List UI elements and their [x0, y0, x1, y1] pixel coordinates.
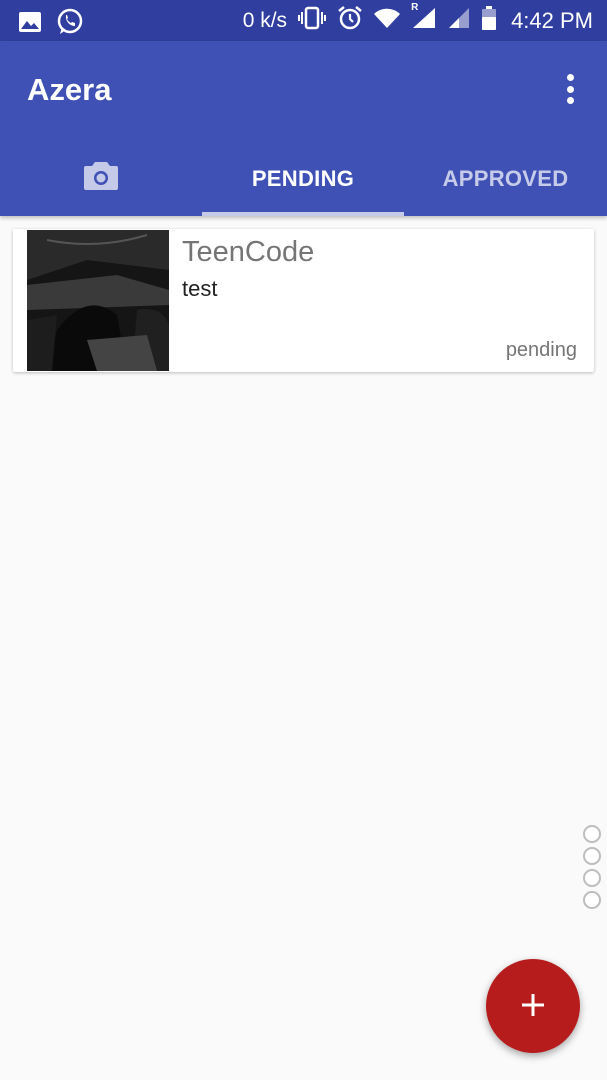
- tab-camera[interactable]: [0, 141, 202, 216]
- app-bar: Azera PENDING APPROVED: [0, 41, 607, 216]
- tab-approved[interactable]: APPROVED: [404, 141, 607, 216]
- tab-indicator: [202, 212, 404, 216]
- plus-icon: [520, 992, 546, 1021]
- wifi-icon: [373, 6, 401, 36]
- item-subtitle: test: [182, 276, 218, 301]
- net-speed: 0 k/s: [242, 8, 288, 32]
- more-vert-icon[interactable]: [556, 71, 584, 107]
- roaming-badge: R: [411, 1, 419, 13]
- signal-icon: R: [411, 2, 437, 36]
- app-title: Azera: [27, 72, 112, 107]
- side-dot[interactable]: [583, 869, 601, 887]
- camera-icon: [83, 160, 119, 198]
- whatsapp-icon: [56, 8, 84, 41]
- status-badge: pending: [505, 339, 577, 361]
- status-bar: 0 k/s R 4:42 PM: [0, 0, 607, 41]
- alarm-icon: [337, 5, 363, 37]
- side-dot[interactable]: [583, 825, 601, 843]
- clock: 4:42 PM: [511, 7, 593, 33]
- item-title: TeenCode: [182, 236, 315, 268]
- photo-thumbnail: [27, 230, 169, 371]
- side-dot[interactable]: [583, 891, 601, 909]
- signal-icon: [447, 6, 471, 36]
- list-item[interactable]: TeenCode test pending: [13, 229, 594, 372]
- side-dots: [583, 825, 603, 913]
- system-icons: 0 k/s R 4:42 PM: [243, 0, 593, 41]
- side-dot[interactable]: [583, 847, 601, 865]
- add-button[interactable]: [486, 959, 580, 1053]
- vibrate-icon: [297, 6, 327, 36]
- notification-icons: [18, 8, 84, 41]
- tab-pending[interactable]: PENDING: [202, 141, 404, 216]
- image-icon: [18, 11, 42, 38]
- tab-bar: PENDING APPROVED: [0, 141, 607, 216]
- battery-icon: [481, 5, 497, 37]
